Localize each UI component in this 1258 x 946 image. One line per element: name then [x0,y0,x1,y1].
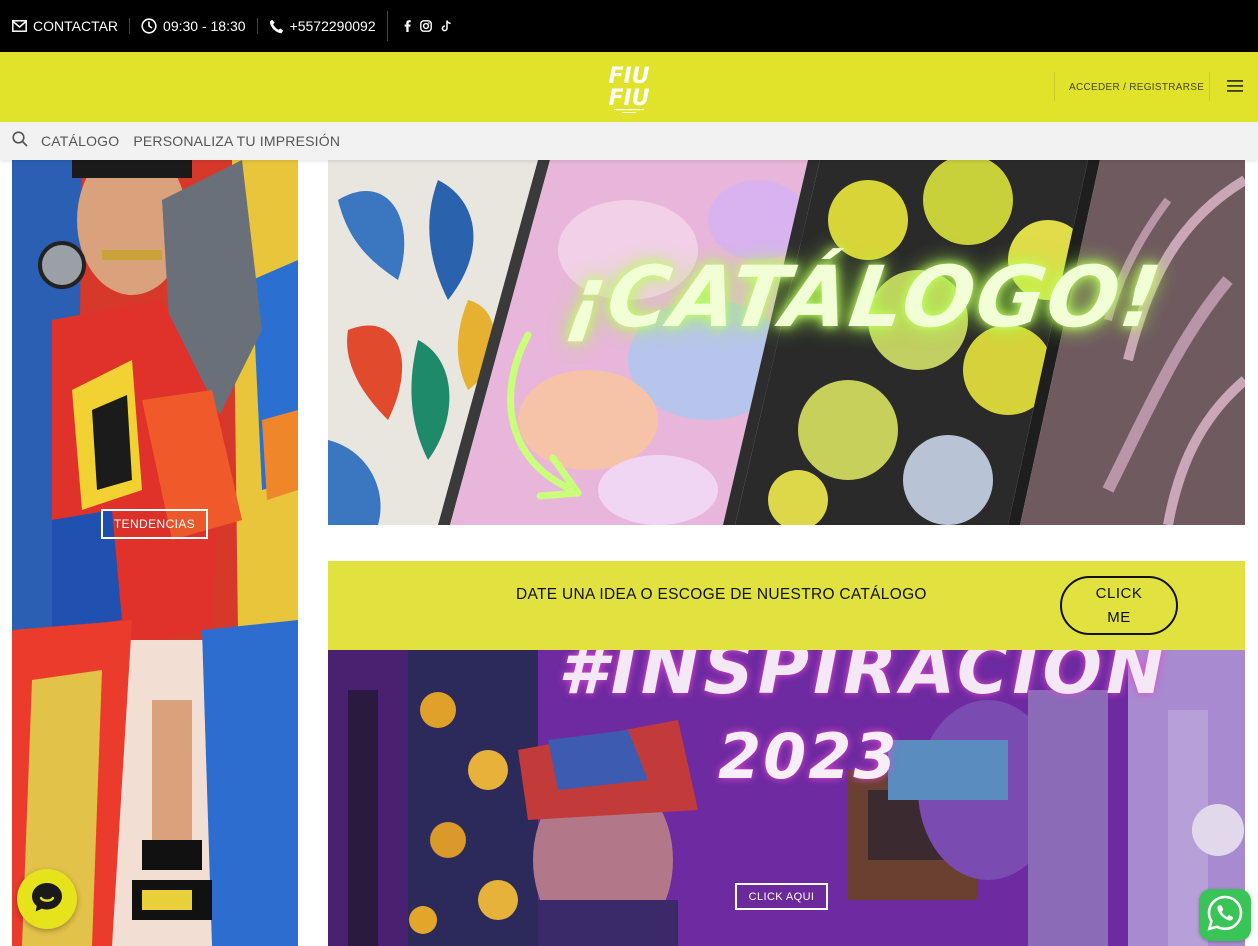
facebook-icon[interactable] [404,20,411,32]
tiktok-icon[interactable] [441,20,452,32]
trends-button[interactable]: TENDENCIAS [101,509,208,539]
login-register-link[interactable]: ACCEDER / REGISTRARSE [1069,82,1204,93]
site-logo[interactable]: FIU FIU [608,59,650,115]
social-links [404,20,452,32]
inspiration-banner[interactable]: #INSPIRACIÓN 2023 CLICK AQUI [328,650,1245,946]
inspiration-title: #INSPIRACIÓN [558,650,1169,710]
phone-link[interactable]: +5572290092 [269,0,376,52]
svg-text:FIU: FIU [608,86,649,111]
contact-link[interactable]: CONTACTAR [12,0,118,52]
divider [1209,72,1210,101]
instagram-icon[interactable] [419,20,432,32]
nav-item-catalogo[interactable]: CATÁLOGO [41,133,119,149]
chat-widget-button[interactable] [17,869,77,929]
site-header: FIU FIU ACCEDER / REGISTRARSE [0,52,1258,122]
catalog-banner[interactable]: ¡CATÁLOGO! [328,160,1245,525]
hours-text: 09:30 - 18:30 [163,18,246,34]
divider [1054,72,1055,101]
nav-item-personaliza[interactable]: PERSONALIZA TU IMPRESIÓN [133,133,340,149]
divider [129,18,131,34]
phone-number: +5572290092 [289,18,376,34]
hours-info: 09:30 - 18:30 [141,0,246,52]
divider [256,18,258,34]
chat-bubble-icon [30,881,64,918]
idea-text: DATE UNA IDEA O ESCOGE DE NUESTRO CATÁLO… [516,586,927,603]
catalog-title: ¡CATÁLOGO! [561,248,1169,346]
click-aqui-button[interactable]: CLICK AQUI [735,883,828,910]
main-nav: CATÁLOGO PERSONALIZA TU IMPRESIÓN [0,122,1258,160]
click-me-button[interactable]: CLICK ME [1060,576,1178,635]
whatsapp-button[interactable] [1199,889,1251,941]
contact-label: CONTACTAR [33,18,119,34]
idea-banner: DATE UNA IDEA O ESCOGE DE NUESTRO CATÁLO… [328,561,1245,650]
whatsapp-icon [1205,893,1245,938]
clock-icon [141,18,157,34]
hamburger-menu-icon[interactable] [1227,79,1243,98]
search-icon[interactable] [12,130,28,152]
top-bar: CONTACTAR 09:30 - 18:30 +5572290092 [0,0,1258,52]
phone-icon [269,19,284,34]
envelope-icon [12,20,27,32]
click-me-label: CLICK ME [1095,584,1143,626]
divider [386,11,388,41]
trends-banner-image[interactable]: TENDENCIAS [12,160,298,946]
inspiration-year: 2023 [718,720,899,793]
